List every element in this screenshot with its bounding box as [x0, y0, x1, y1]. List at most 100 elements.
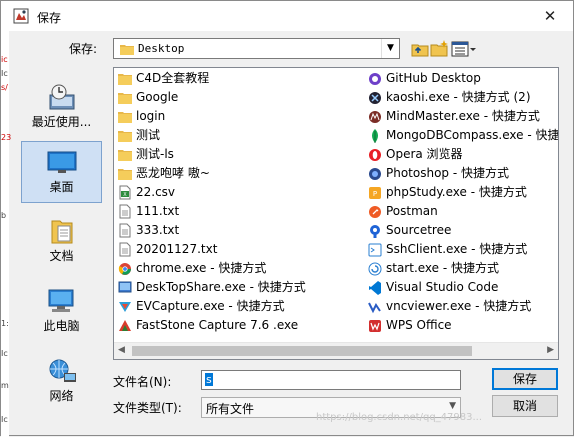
file-name: Opera 浏览器	[386, 147, 463, 161]
wps-icon	[369, 320, 381, 332]
place-recent[interactable]: 最近使用...	[21, 77, 102, 139]
file-name: phpStudy.exe - 快捷方式	[386, 185, 527, 199]
opera-icon	[369, 149, 381, 161]
phpstudy-icon: P	[369, 187, 381, 199]
edge-text: Ic	[1, 415, 8, 424]
list-item[interactable]: Sourcetree	[366, 221, 558, 240]
file-name: WPS Office	[386, 318, 452, 332]
file-name: 恶龙咆哮 嗷~	[136, 166, 210, 180]
svg-text:P: P	[373, 190, 377, 198]
save-in-combo[interactable]: Desktop ▼	[113, 38, 400, 59]
place-this-pc[interactable]: 此电脑	[21, 281, 102, 343]
list-item[interactable]: 测试-ls	[116, 145, 356, 164]
filename-input[interactable]: s	[201, 370, 461, 390]
list-item[interactable]: DeskTopShare.exe - 快捷方式	[116, 278, 356, 297]
list-item[interactable]: SshClient.exe - 快捷方式	[366, 240, 558, 259]
file-list[interactable]: C4D全套教程 Google login 测试测试-ls 恶龙咆哮 嗷~ X 22.csv 1…	[113, 67, 559, 360]
filename-value: s	[205, 373, 213, 386]
list-item[interactable]: 测试	[116, 126, 356, 145]
horizontal-scrollbar[interactable]: ◀ ▶	[114, 342, 558, 359]
filename-label: 文件名(N):	[113, 375, 172, 389]
file-name: 111.txt	[136, 204, 180, 218]
file-name: Visual Studio Code	[386, 280, 499, 294]
file-name: C4D全套教程	[136, 71, 210, 85]
title-bar: 保存 ✕	[1, 1, 573, 31]
faststone-icon	[119, 320, 131, 331]
evcapture-icon	[119, 302, 131, 312]
places-bar: 最近使用... 桌面 文档 此电脑 网络	[19, 67, 104, 422]
file-name: 测试-ls	[136, 147, 174, 161]
list-item[interactable]: WPS Office	[366, 316, 558, 335]
new-folder-icon[interactable]	[429, 39, 449, 59]
place-label: 最近使用...	[31, 115, 92, 129]
list-item[interactable]: 333.txt	[116, 221, 356, 240]
file-column-right: GitHub Desktop kaoshi.exe - 快捷方式 (2) MindM…	[366, 69, 559, 335]
place-network[interactable]: 网络	[21, 351, 102, 413]
chevron-down-icon[interactable]: ▼	[449, 401, 456, 411]
close-button[interactable]: ✕	[535, 5, 565, 27]
list-item[interactable]: vncviewer.exe - 快捷方式	[366, 297, 558, 316]
recent-icon	[49, 84, 74, 110]
list-item[interactable]: Photoshop - 快捷方式	[366, 164, 558, 183]
file-name: vncviewer.exe - 快捷方式	[386, 299, 532, 313]
file-name: DeskTopShare.exe - 快捷方式	[136, 280, 306, 294]
file-name: MongoDBCompass.exe - 快捷	[386, 128, 559, 142]
network-icon	[49, 359, 76, 382]
file-name: GitHub Desktop	[386, 71, 481, 85]
folder-icon	[120, 45, 134, 55]
chevron-down-icon[interactable]: ▼	[381, 39, 399, 58]
list-item[interactable]: Google	[116, 88, 356, 107]
csv-file-icon: X	[119, 185, 131, 200]
scrollbar-thumb[interactable]	[132, 346, 472, 356]
file-name: 测试	[136, 128, 161, 142]
list-item[interactable]: chrome.exe - 快捷方式	[116, 259, 356, 278]
save-button[interactable]: 保存	[492, 368, 558, 390]
list-item[interactable]: GitHub Desktop	[366, 69, 558, 88]
cancel-button[interactable]: 取消	[492, 395, 558, 417]
file-name: 333.txt	[136, 223, 180, 237]
scroll-right-icon[interactable]: ▶	[547, 345, 554, 355]
list-item[interactable]: kaoshi.exe - 快捷方式 (2)	[366, 88, 558, 107]
view-menu-icon[interactable]	[451, 39, 477, 59]
vscode-icon	[369, 281, 381, 295]
list-item[interactable]: PphpStudy.exe - 快捷方式	[366, 183, 558, 202]
list-item[interactable]: Visual Studio Code	[366, 278, 558, 297]
scroll-left-icon[interactable]: ◀	[118, 345, 125, 355]
file-column-left: C4D全套教程 Google login 测试测试-ls 恶龙咆哮 嗷~ X 22.csv 1…	[116, 69, 356, 335]
list-item[interactable]: 111.txt	[116, 202, 356, 221]
edge-text: ic	[1, 55, 8, 64]
edge-text: s/	[1, 83, 8, 92]
list-item[interactable]: C4D全套教程	[116, 69, 356, 88]
file-name: kaoshi.exe - 快捷方式 (2)	[386, 90, 531, 104]
list-item[interactable]: login	[116, 107, 356, 126]
place-label: 网络	[49, 389, 74, 403]
up-one-level-icon[interactable]	[410, 39, 430, 59]
list-item[interactable]: MongoDBCompass.exe - 快捷	[366, 126, 559, 145]
list-item[interactable]: Postman	[366, 202, 558, 221]
place-documents[interactable]: 文档	[21, 211, 102, 273]
java-app-icon	[13, 8, 29, 24]
edge-text: Ic	[1, 69, 8, 78]
list-item[interactable]: FastStone Capture 7.6 .exe	[116, 316, 356, 335]
desktop-icon	[47, 151, 76, 173]
file-name: chrome.exe - 快捷方式	[136, 261, 267, 275]
place-label: 桌面	[49, 180, 74, 194]
place-desktop[interactable]: 桌面	[21, 141, 102, 203]
file-name: SshClient.exe - 快捷方式	[386, 242, 528, 256]
list-item[interactable]: 20201127.txt	[116, 240, 356, 259]
chrome-icon	[118, 263, 131, 275]
list-item[interactable]: X 22.csv	[116, 183, 356, 202]
filetype-value: 所有文件	[206, 402, 255, 416]
list-item[interactable]: 恶龙咆哮 嗷~	[116, 164, 356, 183]
text-file-icon	[119, 242, 131, 257]
list-item[interactable]: MindMaster.exe - 快捷方式	[366, 107, 558, 126]
edge-text: b	[1, 211, 7, 220]
start-icon	[368, 262, 382, 276]
filetype-label: 文件类型(T):	[113, 401, 182, 415]
edge-text: 1:	[1, 319, 9, 328]
edge-text: 23	[1, 133, 12, 142]
list-item[interactable]: EVCapture.exe - 快捷方式	[116, 297, 356, 316]
list-item[interactable]: Opera 浏览器	[366, 145, 558, 164]
list-item[interactable]: start.exe - 快捷方式	[366, 259, 558, 278]
sourcetree-icon	[370, 225, 380, 238]
